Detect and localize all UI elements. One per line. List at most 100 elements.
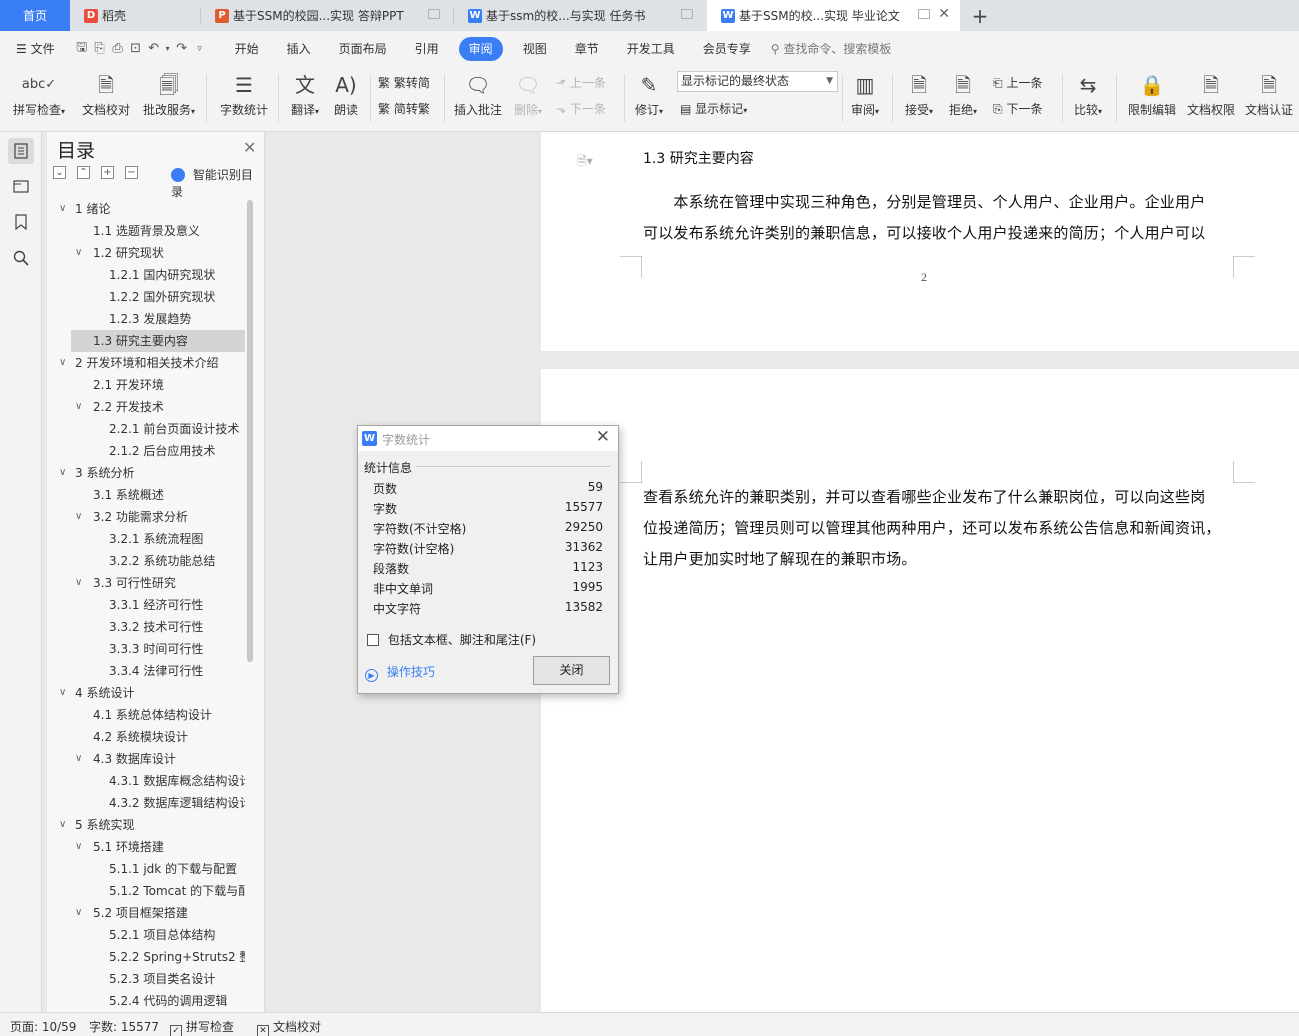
undo-icon[interactable]: ↶: [145, 41, 163, 56]
new-tab-button[interactable]: +: [960, 0, 1000, 31]
document-page[interactable]: 🗎▾ 1.3 研究主要内容 本系统在管理中实现三种角色，分别是管理员、个人用户、…: [541, 132, 1299, 351]
toc-item[interactable]: 2.2.1 前台页面设计技术: [47, 418, 245, 440]
prev-change-button[interactable]: ⎗ 上一条: [993, 74, 1042, 91]
collapse-icon[interactable]: −: [125, 166, 138, 179]
menu-layout[interactable]: 页面布局: [325, 37, 401, 61]
restrict-edit-button[interactable]: 🔒 限制编辑: [1124, 66, 1180, 118]
document-page[interactable]: 查看系统允许的兼职类别，并可以查看哪些企业发布了什么兼职岗位，可以向这些岗 位投…: [541, 369, 1299, 1012]
customize-icon[interactable]: ▿: [191, 44, 209, 54]
export-icon[interactable]: ⎘: [91, 41, 109, 56]
translate-button[interactable]: 文 翻译▾: [284, 66, 326, 118]
tab-window-icon[interactable]: [918, 9, 930, 19]
close-icon[interactable]: ✕: [596, 427, 610, 447]
toc-item[interactable]: 4.3.1 数据库概念结构设计: [47, 770, 245, 792]
chevron-down-icon[interactable]: ∨: [59, 814, 66, 836]
tab-window-icon[interactable]: [428, 9, 440, 19]
spell-check-toggle[interactable]: ✓ 拼写检查: [170, 1018, 234, 1036]
toc-item[interactable]: 4.3.2 数据库逻辑结构设计: [47, 792, 245, 814]
toc-item[interactable]: ∨ 5 系统实现: [47, 814, 245, 836]
tab-ppt[interactable]: P 基于SSM的校园...实现 答辩PPT: [201, 0, 454, 31]
toc-item[interactable]: 3.1 系统概述: [47, 484, 245, 506]
doc-permission-button[interactable]: 🗎 文档权限: [1184, 66, 1238, 118]
review-pane-button[interactable]: ▥ 审阅▾: [846, 66, 884, 118]
toc-item[interactable]: ∨ 4 系统设计: [47, 682, 245, 704]
chevron-down-icon[interactable]: ∨: [59, 352, 66, 374]
toc-item[interactable]: 2.1.2 后台应用技术: [47, 440, 245, 462]
toc-item[interactable]: 4.1 系统总体结构设计: [47, 704, 245, 726]
toc-item[interactable]: 3.3.1 经济可行性: [47, 594, 245, 616]
paragraph-menu-icon[interactable]: 🗎▾: [577, 152, 593, 173]
close-button[interactable]: 关闭: [533, 656, 610, 685]
redo-icon[interactable]: ↷: [173, 41, 191, 56]
toc-item[interactable]: ∨ 2.2 开发技术: [47, 396, 245, 418]
chevron-down-icon[interactable]: ∨: [75, 836, 82, 858]
chevron-down-icon[interactable]: ∨: [75, 748, 82, 770]
toc-item[interactable]: 5.2.2 Spring+Struts2 整合: [47, 946, 245, 968]
toc-item[interactable]: 3.3.3 时间可行性: [47, 638, 245, 660]
reject-button[interactable]: 🗎 拒绝▾: [944, 66, 982, 118]
compare-button[interactable]: ⇆ 比较▾: [1068, 66, 1108, 118]
track-changes-button[interactable]: ✎ 修订▾: [630, 66, 668, 118]
menu-member[interactable]: 会员专享: [689, 37, 765, 61]
menu-review[interactable]: 审阅: [458, 36, 503, 61]
toc-item[interactable]: 5.2.1 项目总体结构: [47, 924, 245, 946]
toc-item[interactable]: 3.2.2 系统功能总结: [47, 550, 245, 572]
chevron-down-icon[interactable]: ∨: [59, 462, 66, 484]
toc-item[interactable]: 1.2.3 发展趋势: [47, 308, 245, 330]
chevron-down-icon[interactable]: ∨: [75, 572, 82, 594]
menu-view[interactable]: 视图: [509, 37, 561, 61]
trad-to-simp-button[interactable]: 繁 繁转简: [378, 74, 430, 91]
chevron-down-icon[interactable]: ∨: [75, 506, 82, 528]
markup-state-dropdown[interactable]: 显示标记的最终状态 ▼: [677, 71, 838, 92]
toc-item[interactable]: 5.2.4 代码的调用逻辑: [47, 990, 245, 1012]
toc-item[interactable]: 2.1 开发环境: [47, 374, 245, 396]
toc-item[interactable]: 3.2.1 系统流程图: [47, 528, 245, 550]
chevron-down-icon[interactable]: ∨: [59, 198, 66, 220]
save-icon[interactable]: 🖫: [73, 38, 91, 60]
doc-certify-button[interactable]: 🗎 文档认证: [1242, 66, 1296, 118]
spell-check-button[interactable]: abc✓ 拼写检查▾: [8, 66, 70, 118]
toc-item[interactable]: ∨ 3.2 功能需求分析: [47, 506, 245, 528]
annotation-service-button[interactable]: 🗐 批改服务▾: [138, 66, 200, 118]
toc-item[interactable]: ∨ 3 系统分析: [47, 462, 245, 484]
next-change-button[interactable]: ⎘ 下一条: [993, 100, 1042, 117]
menu-chapter[interactable]: 章节: [561, 37, 613, 61]
toc-item[interactable]: ∨ 1 绪论: [47, 198, 245, 220]
close-icon[interactable]: ✕: [243, 138, 256, 157]
toc-item[interactable]: 1.3 研究主要内容: [71, 330, 245, 352]
tab-daoke[interactable]: D 稻壳: [70, 0, 201, 31]
toc-item[interactable]: ∨ 1.2 研究现状: [47, 242, 245, 264]
word-count-indicator[interactable]: 字数: 15577: [89, 1018, 159, 1035]
menu-file[interactable]: ☰ 文件: [0, 37, 69, 61]
toc-item[interactable]: ∨ 5.1 环境搭建: [47, 836, 245, 858]
toc-scrollbar[interactable]: [247, 200, 253, 662]
search-icon[interactable]: [8, 245, 34, 271]
print-icon[interactable]: ⎙: [109, 41, 127, 56]
chevron-down-icon[interactable]: ∨: [75, 242, 82, 264]
chapter-icon[interactable]: [8, 173, 34, 199]
toc-item[interactable]: 5.1.2 Tomcat 的下载与配置: [47, 880, 245, 902]
menu-start[interactable]: 开始: [221, 37, 273, 61]
chevron-down-icon[interactable]: ∨: [59, 682, 66, 704]
expand-icon[interactable]: +: [101, 166, 114, 179]
collapse-all-icon[interactable]: ⌄: [53, 166, 66, 179]
tab-home[interactable]: 首页: [0, 0, 70, 31]
menu-devtools[interactable]: 开发工具: [613, 37, 689, 61]
toc-item[interactable]: ∨ 3.3 可行性研究: [47, 572, 245, 594]
toc-item[interactable]: 1.1 选题背景及意义: [47, 220, 245, 242]
toc-item[interactable]: 3.3.4 法律可行性: [47, 660, 245, 682]
word-count-button[interactable]: ☰ 字数统计: [216, 66, 272, 118]
toc-item[interactable]: ∨ 5.2 项目框架搭建: [47, 902, 245, 924]
simp-to-trad-button[interactable]: 繁 简转繁: [378, 100, 430, 117]
next-comment-button[interactable]: ⬎ 下一条: [556, 100, 606, 117]
menu-insert[interactable]: 插入: [273, 37, 325, 61]
expand-up-icon[interactable]: ⌃: [77, 166, 90, 179]
command-search[interactable]: ⚲ 查找命令、搜索模板: [771, 40, 892, 57]
toc-item[interactable]: ∨ 4.3 数据库设计: [47, 748, 245, 770]
toc-item[interactable]: 5.2.3 项目类名设计: [47, 968, 245, 990]
toc-item[interactable]: 5.1.1 jdk 的下载与配置: [47, 858, 245, 880]
include-textbox-checkbox[interactable]: 包括文本框、脚注和尾注(F): [367, 631, 536, 648]
toc-item[interactable]: 1.2.1 国内研究现状: [47, 264, 245, 286]
tips-link[interactable]: ▶ 操作技巧: [365, 663, 435, 682]
toc-item[interactable]: 4.2 系统模块设计: [47, 726, 245, 748]
